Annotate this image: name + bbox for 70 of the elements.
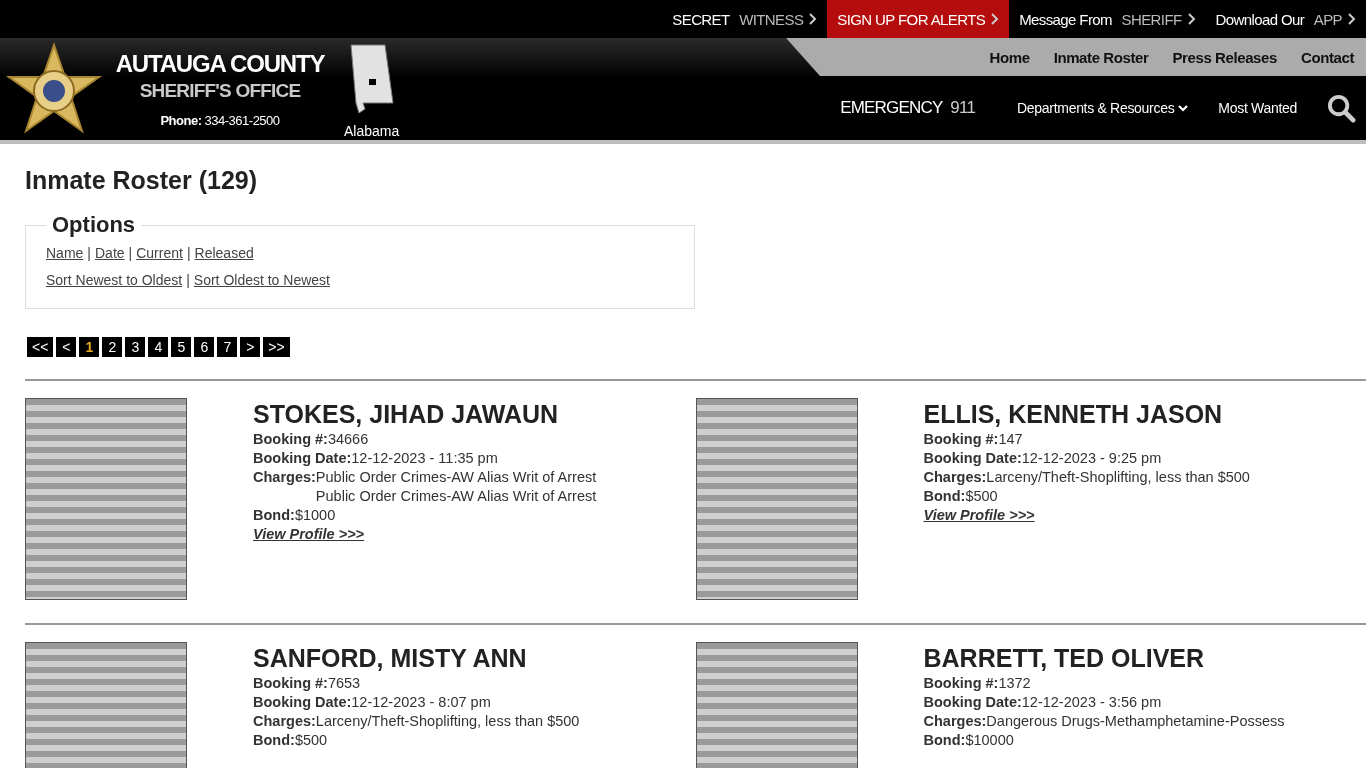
nav-link[interactable]: Contact — [1300, 48, 1354, 66]
booking-number: Booking #:147 — [923, 430, 1024, 449]
chevron-right-icon — [991, 13, 1000, 25]
inmate-name: BARRETT, TED OLIVER — [923, 643, 1206, 674]
charge: Larceny/Theft-Shoplifting, less than $500 — [315, 712, 580, 731]
page-link[interactable]: >> — [263, 337, 290, 357]
charges-label: Charges: — [253, 712, 316, 731]
top-link[interactable]: SECRET WITNESS — [662, 0, 828, 38]
chevron-right-icon — [1187, 13, 1196, 25]
page-link[interactable]: 7 — [217, 337, 238, 357]
chevron-right-icon — [809, 13, 818, 25]
state-label: Alabama — [344, 123, 400, 139]
sort-link[interactable]: Sort Oldest to Newest — [193, 272, 330, 288]
phone-number: Phone: 334-361-2500 — [160, 113, 280, 129]
page-link[interactable]: 1 — [79, 337, 100, 357]
charge: Public Order Crimes-AW Alias Writ of Arrest — [315, 468, 597, 487]
booking-number: Booking #:1372 — [923, 674, 1032, 693]
page-link[interactable]: 2 — [102, 337, 123, 357]
separator: | — [186, 272, 190, 288]
page-link[interactable]: << — [27, 337, 54, 357]
page-link[interactable]: 6 — [194, 337, 215, 357]
agency-title: AUTAUGA COUNTY — [115, 49, 325, 79]
booking-date: Booking Date:12-12-2023 - 9:25 pm — [923, 449, 1163, 468]
top-link[interactable]: Download Our APP — [1205, 0, 1366, 38]
separator: | — [87, 245, 91, 261]
nav-link[interactable]: Departments & Resources — [1017, 100, 1189, 116]
emergency-number: EMERGENCY 911 — [840, 98, 976, 118]
charges-label: Charges: — [253, 468, 316, 487]
booking-date: Booking Date:12-12-2023 - 3:56 pm — [923, 693, 1163, 712]
bond-amount: Bond:$500 — [253, 731, 329, 750]
search-icon[interactable] — [1327, 93, 1356, 123]
charge: Dangerous Drugs-Methamphetamine-Possess — [986, 712, 1285, 731]
booking-date: Booking Date:12-12-2023 - 11:35 pm — [253, 449, 499, 468]
inmate-name: STOKES, JIHAD JAWAUN — [253, 399, 560, 430]
bond-amount: Bond:$1000 — [253, 506, 337, 525]
page-link[interactable]: 5 — [171, 337, 192, 357]
nav-link[interactable]: Most Wanted — [1218, 100, 1297, 116]
charges-label: Charges: — [923, 468, 987, 487]
page-link[interactable]: > — [240, 337, 261, 357]
inmate-name: SANFORD, MISTY ANN — [253, 643, 528, 674]
chevron-right-icon — [1348, 13, 1356, 25]
charge: Larceny/Theft-Shoplifting, less than $500 — [986, 468, 1250, 487]
nav-link[interactable]: Inmate Roster — [1053, 48, 1149, 66]
options-legend: Options — [46, 212, 142, 238]
bond-amount: Bond:$10000 — [923, 731, 1015, 750]
page-link[interactable]: 3 — [125, 337, 146, 357]
page-link[interactable]: 4 — [148, 337, 169, 357]
page-link[interactable]: < — [56, 337, 77, 357]
page-title: Inmate Roster (129) — [25, 165, 259, 196]
separator: | — [128, 245, 133, 261]
view-profile-link[interactable]: View Profile >>> — [253, 526, 365, 542]
sort-link[interactable]: Sort Newest to Oldest — [46, 272, 183, 288]
view-profile-link[interactable]: View Profile >>> — [923, 507, 1035, 523]
filter-link[interactable]: Released — [194, 245, 254, 261]
separator: | — [186, 245, 191, 261]
nav-link[interactable]: Press Releases — [1172, 48, 1277, 66]
booking-date: Booking Date:12-12-2023 - 8:07 pm — [253, 693, 492, 712]
booking-number: Booking #:34666 — [253, 430, 370, 449]
inmate-name: ELLIS, KENNETH JASON — [923, 399, 1224, 430]
nav-link[interactable]: Home — [989, 48, 1030, 66]
filter-link[interactable]: Current — [136, 245, 183, 261]
top-link[interactable]: SIGN UP FOR ALERTS — [827, 0, 1010, 38]
charges-label: Charges: — [923, 712, 987, 731]
bond-amount: Bond:$500 — [923, 487, 999, 506]
filter-link[interactable]: Date — [95, 245, 125, 261]
booking-number: Booking #:7653 — [253, 674, 362, 693]
charge: Public Order Crimes-AW Alias Writ of Arrest — [315, 487, 597, 506]
filter-link[interactable]: Name — [46, 245, 84, 261]
top-link[interactable]: Message From SHERIFF — [1009, 0, 1206, 38]
agency-subtitle: SHERIFF'S OFFICE — [139, 79, 301, 103]
